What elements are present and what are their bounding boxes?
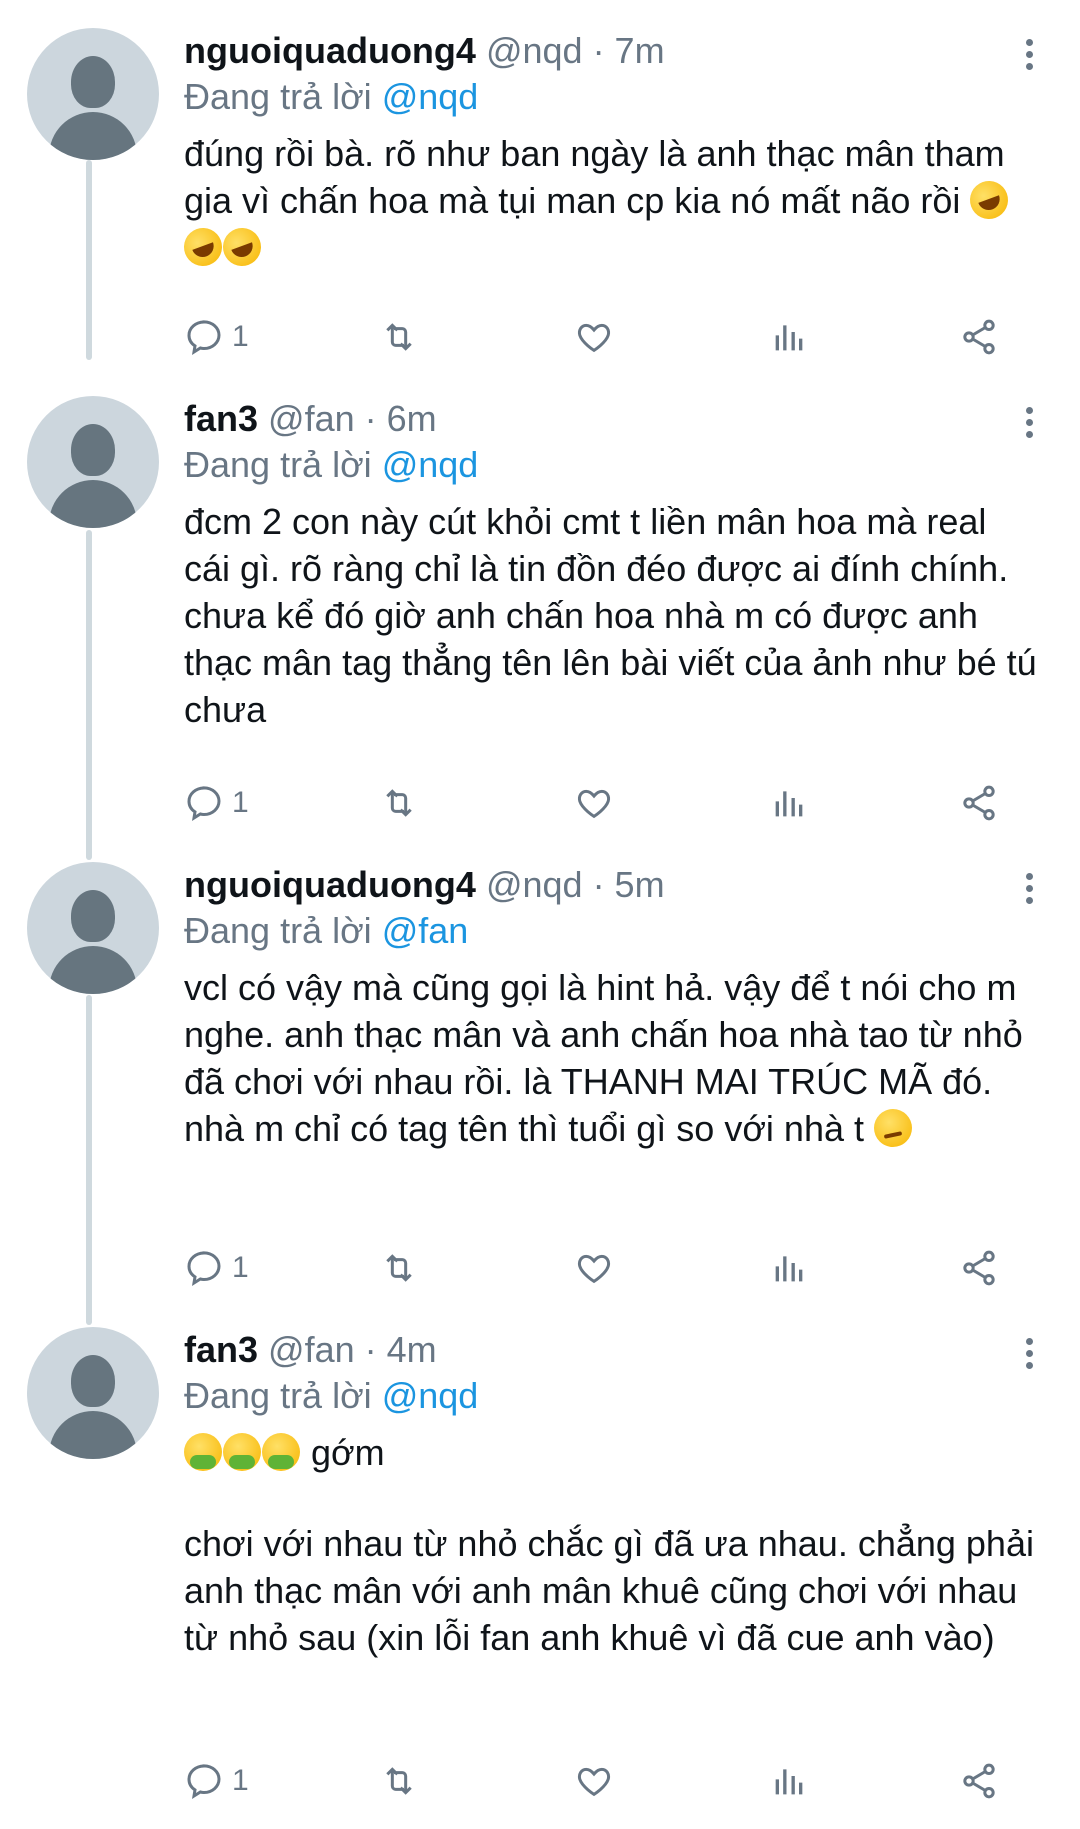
replying-prefix: Đang trả lời xyxy=(184,910,372,951)
like-icon xyxy=(577,1767,611,1797)
tweet-text: vcl có vậy mà cũng gọi là hint hả. vậy đ… xyxy=(184,964,1040,1152)
replying-to: Đang trả lời @nqd xyxy=(184,442,1040,488)
reply-button[interactable]: 1 xyxy=(184,1243,249,1293)
retweet-icon xyxy=(386,789,412,817)
thread-line xyxy=(86,160,92,360)
reply-button[interactable]: 1 xyxy=(184,1756,249,1806)
replying-to: Đang trả lời @nqd xyxy=(184,1373,1040,1419)
tweet-actions: 1 xyxy=(184,1243,1004,1293)
reply-icon xyxy=(187,320,221,356)
more-options-icon[interactable] xyxy=(1014,1335,1044,1375)
avatar[interactable] xyxy=(27,396,159,528)
display-name[interactable]: nguoiquaduong4 xyxy=(184,864,476,905)
share-button[interactable] xyxy=(959,1756,999,1806)
avatar[interactable] xyxy=(27,28,159,160)
smirking-face-emoji xyxy=(874,1109,913,1147)
replying-prefix: Đang trả lời xyxy=(184,1375,372,1416)
more-options-icon[interactable] xyxy=(1014,404,1044,444)
mention-link[interactable]: @nqd xyxy=(382,1375,479,1416)
replying-to: Đang trả lời @nqd xyxy=(184,74,1040,120)
analytics-button[interactable] xyxy=(769,312,809,362)
rolling-on-floor-laughing-emoji xyxy=(178,222,228,272)
reply-count: 1 xyxy=(232,1251,249,1284)
tweet-actions: 1 xyxy=(184,778,1004,828)
tweet-header: nguoiquaduong4 @nqd · 7m xyxy=(184,28,1040,74)
handle-time: @fan · 6m xyxy=(268,398,437,439)
tweet-text: chơi với nhau từ nhỏ chắc gì đã ưa nhau.… xyxy=(184,1523,1044,1658)
share-button[interactable] xyxy=(959,778,999,828)
share-icon xyxy=(963,785,995,821)
retweet-icon xyxy=(386,323,412,351)
like-button[interactable] xyxy=(574,312,614,362)
avatar[interactable] xyxy=(27,862,159,994)
thread-line xyxy=(86,995,92,1325)
analytics-icon xyxy=(775,791,803,817)
like-icon xyxy=(577,1254,611,1284)
tweet-actions: 1 xyxy=(184,1756,1004,1806)
reply-button[interactable]: 1 xyxy=(184,778,249,828)
mention-link[interactable]: @fan xyxy=(382,910,469,951)
tweet-text-lead: gớm xyxy=(184,1429,1040,1476)
like-button[interactable] xyxy=(574,1756,614,1806)
tweet-actions: 1 xyxy=(184,312,1004,362)
tweet-header: nguoiquaduong4 @nqd · 5m xyxy=(184,862,1040,908)
tweet-lead-word: gớm xyxy=(311,1432,385,1473)
vomiting-face-emoji xyxy=(223,1433,261,1471)
reply-icon xyxy=(187,1251,221,1287)
avatar[interactable] xyxy=(27,1327,159,1459)
replying-prefix: Đang trả lời xyxy=(184,444,372,485)
handle-time: @fan · 4m xyxy=(268,1329,437,1370)
share-button[interactable] xyxy=(959,1243,999,1293)
more-options-icon[interactable] xyxy=(1014,870,1044,910)
reply-count: 1 xyxy=(232,320,249,353)
reply-count: 1 xyxy=(232,1764,249,1797)
replying-to: Đang trả lời @fan xyxy=(184,908,1040,954)
mention-link[interactable]: @nqd xyxy=(382,76,479,117)
handle-time: @nqd · 5m xyxy=(485,864,665,905)
like-button[interactable] xyxy=(574,778,614,828)
vomiting-face-emoji xyxy=(184,1433,222,1471)
share-icon xyxy=(963,1763,995,1799)
retweet-button[interactable] xyxy=(379,312,419,362)
display-name[interactable]: fan3 xyxy=(184,398,258,439)
retweet-icon xyxy=(386,1767,412,1795)
reply-icon xyxy=(187,786,221,822)
analytics-icon xyxy=(775,1769,803,1795)
retweet-button[interactable] xyxy=(379,1756,419,1806)
rolling-on-floor-laughing-emoji xyxy=(217,222,267,272)
share-button[interactable] xyxy=(959,312,999,362)
share-icon xyxy=(963,319,995,355)
retweet-button[interactable] xyxy=(379,1243,419,1293)
handle-time: @nqd · 7m xyxy=(485,30,665,71)
tweet-text: đcm 2 con này cút khỏi cmt t liền mân ho… xyxy=(184,501,1047,730)
share-icon xyxy=(963,1250,995,1286)
analytics-button[interactable] xyxy=(769,1756,809,1806)
reply-icon xyxy=(187,1764,221,1800)
like-button[interactable] xyxy=(574,1243,614,1293)
retweet-button[interactable] xyxy=(379,778,419,828)
analytics-button[interactable] xyxy=(769,1243,809,1293)
rolling-on-floor-laughing-emoji xyxy=(965,175,1014,225)
tweet-text: đúng rồi bà. rõ như ban ngày là anh thạc… xyxy=(178,130,1040,272)
thread-line xyxy=(86,530,92,860)
tweet-header: fan3 @fan · 6m xyxy=(184,396,1040,442)
retweet-icon xyxy=(386,1254,412,1282)
like-icon xyxy=(577,789,611,819)
tweet-header: fan3 @fan · 4m xyxy=(184,1327,1040,1373)
mention-link[interactable]: @nqd xyxy=(382,444,479,485)
display-name[interactable]: fan3 xyxy=(184,1329,258,1370)
display-name[interactable]: nguoiquaduong4 xyxy=(184,30,476,71)
analytics-icon xyxy=(775,325,803,351)
analytics-button[interactable] xyxy=(769,778,809,828)
reply-button[interactable]: 1 xyxy=(184,312,249,362)
analytics-icon xyxy=(775,1256,803,1282)
replying-prefix: Đang trả lời xyxy=(184,76,372,117)
more-options-icon[interactable] xyxy=(1014,36,1044,76)
reply-count: 1 xyxy=(232,786,249,819)
tweet-body: đúng rồi bà. rõ như ban ngày là anh thạc… xyxy=(184,133,1015,221)
like-icon xyxy=(577,323,611,353)
vomiting-face-emoji xyxy=(262,1433,300,1471)
